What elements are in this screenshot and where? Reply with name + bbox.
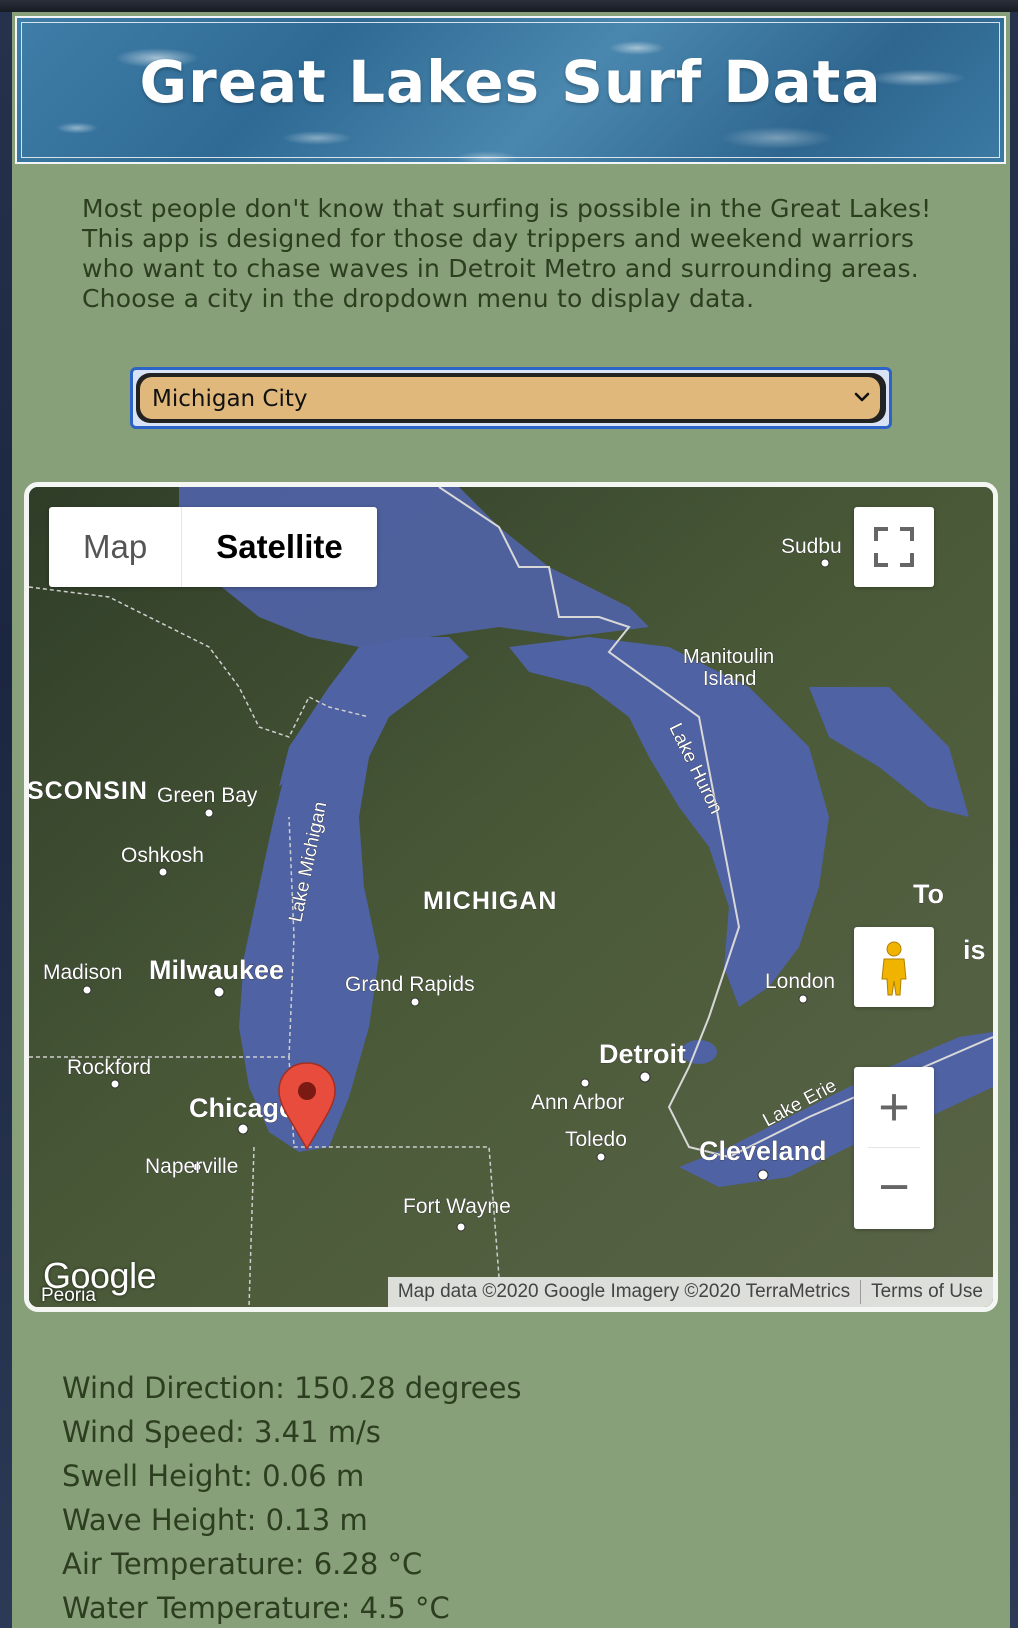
city-select-value: Michigan City (152, 386, 308, 412)
label-london: London (765, 970, 835, 993)
background-right-edge (1010, 12, 1018, 1628)
label-toledo: Toledo (565, 1128, 627, 1151)
surf-data-list: Wind Direction: 150.28 degrees Wind Spee… (62, 1366, 522, 1628)
zoom-in-button[interactable]: + (854, 1067, 934, 1147)
label-to: To (913, 879, 944, 909)
map-type-map-button[interactable]: Map (49, 507, 181, 587)
background-left-edge (0, 12, 12, 1628)
city-select-border: Michigan City (136, 373, 886, 423)
pegman-icon (881, 941, 907, 996)
label-green-bay: Green Bay (157, 784, 258, 807)
label-cleveland: Cleveland (699, 1136, 827, 1166)
map-attribution: Map data ©2020 Google Imagery ©2020 Terr… (387, 1277, 993, 1307)
label-is: is (963, 935, 986, 965)
label-ann-arbor: Ann Arbor (531, 1091, 624, 1114)
header-banner: Great Lakes Surf Data (15, 16, 1006, 164)
chevron-down-icon (854, 392, 870, 402)
fullscreen-icon (874, 527, 914, 567)
label-detroit: Detroit (599, 1039, 686, 1069)
label-michigan: MICHIGAN (423, 887, 557, 915)
map-type-satellite-button[interactable]: Satellite (181, 507, 377, 587)
page-title: Great Lakes Surf Data (139, 48, 882, 116)
terms-of-use-link[interactable]: Terms of Use (861, 1281, 993, 1303)
swell-height: Swell Height: 0.06 m (62, 1459, 365, 1493)
fullscreen-button[interactable] (854, 507, 934, 587)
label-sudbury: Sudbu (781, 535, 842, 558)
label-island: Island (703, 668, 756, 690)
label-milwaukee: Milwaukee (149, 955, 284, 985)
zoom-out-button[interactable]: − (854, 1147, 934, 1227)
air-temperature: Air Temperature: 6.28 °C (62, 1547, 423, 1581)
street-view-button[interactable] (854, 927, 934, 1007)
city-select[interactable]: Michigan City (130, 367, 892, 429)
label-fort-wayne: Fort Wayne (403, 1195, 511, 1218)
map-frame: SCONSIN Green Bay Oshkosh Madison Milwau… (24, 482, 998, 1312)
browser-top-edge (0, 0, 1018, 12)
label-oshkosh: Oshkosh (121, 844, 204, 867)
intro-text: Most people don't know that surfing is p… (82, 194, 932, 313)
label-wisconsin: SCONSIN (29, 777, 148, 805)
map-data-credit: Map data ©2020 Google Imagery ©2020 Terr… (397, 1281, 851, 1302)
wave-height: Wave Height: 0.13 m (62, 1503, 368, 1537)
map-type-control: Map Satellite (49, 507, 377, 587)
satellite-map[interactable]: SCONSIN Green Bay Oshkosh Madison Milwau… (29, 487, 993, 1307)
page: Great Lakes Surf Data Most people don't … (12, 12, 1010, 1628)
wind-speed: Wind Speed: 3.41 m/s (62, 1415, 381, 1449)
wind-direction: Wind Direction: 150.28 degrees (62, 1371, 522, 1405)
google-logo: Google (43, 1255, 157, 1296)
label-madison: Madison (43, 961, 122, 984)
water-temperature: Water Temperature: 4.5 °C (62, 1591, 450, 1625)
label-grand-rapids: Grand Rapids (345, 973, 475, 996)
city-select-face[interactable]: Michigan City (140, 377, 880, 419)
label-rockford: Rockford (67, 1056, 151, 1079)
zoom-control: + − (854, 1067, 934, 1229)
label-naperville: Naperville (145, 1155, 238, 1178)
label-manitoulin: Manitoulin (683, 646, 774, 668)
